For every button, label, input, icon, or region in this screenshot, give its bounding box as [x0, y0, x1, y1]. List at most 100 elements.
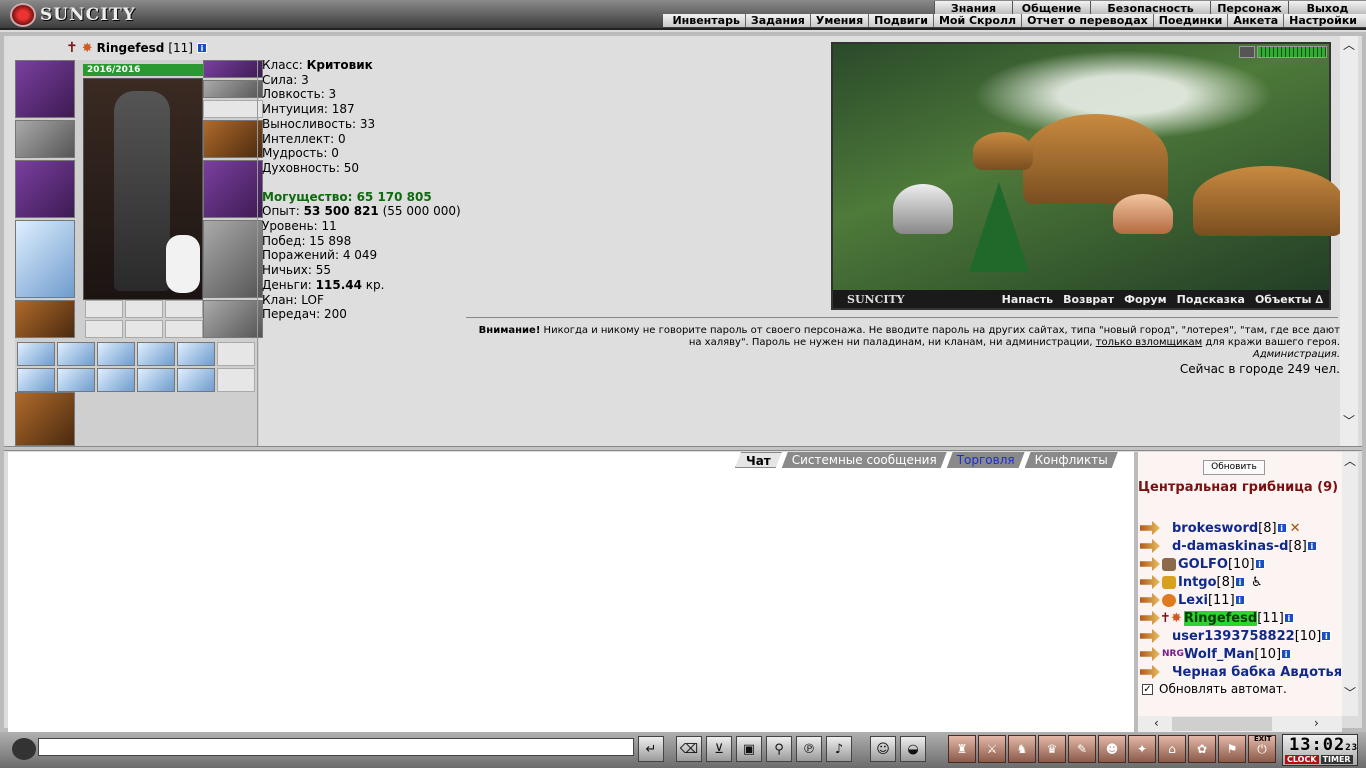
flag-icon[interactable]: ⚑ — [1218, 735, 1246, 763]
helmet-icon[interactable]: ◒ — [900, 736, 926, 762]
submenu-my-scroll[interactable]: Мой Скролл — [934, 14, 1023, 27]
scroll-icon[interactable]: ✎ — [1068, 735, 1096, 763]
scroll-slot-8[interactable] — [57, 368, 95, 392]
scroll-slot-4[interactable] — [137, 342, 175, 366]
rings-slot[interactable] — [203, 100, 263, 118]
sword-icon[interactable]: ⚔ — [978, 735, 1006, 763]
chat-input[interactable] — [38, 738, 634, 756]
chat-area[interactable] — [8, 452, 1134, 732]
backpack-slot[interactable] — [15, 392, 75, 446]
private-arrow-icon[interactable] — [1140, 521, 1160, 535]
character-avatar[interactable] — [83, 78, 203, 300]
private-arrow-icon[interactable] — [1140, 593, 1160, 607]
submenu-transfer-report[interactable]: Отчет о переводах — [1022, 14, 1154, 27]
house-icon[interactable]: ⌂ — [1158, 735, 1186, 763]
info-icon[interactable]: i — [1321, 631, 1332, 641]
banner-objects-link[interactable]: Объекты ∆ — [1255, 293, 1323, 306]
armor-slot[interactable] — [203, 120, 263, 158]
boots-slot[interactable] — [203, 300, 263, 338]
auto-refresh-checkbox[interactable]: ✓ — [1142, 683, 1153, 695]
list-item[interactable]: ✝ ✸ Ringefesd [11] i — [1138, 609, 1342, 627]
chevron-up-icon[interactable]: ︿ — [1344, 452, 1356, 469]
weapon-right-slot[interactable] — [203, 160, 263, 218]
sidebar-scrollbar[interactable]: ︿ ﹀ — [1342, 452, 1358, 716]
private-arrow-icon[interactable] — [1140, 647, 1160, 661]
private-arrow-icon[interactable] — [1140, 611, 1160, 625]
submenu-skills[interactable]: Умения — [811, 14, 870, 27]
paw-icon[interactable]: ✿ — [1188, 735, 1216, 763]
grey-mushroom-house[interactable] — [893, 184, 953, 234]
hackers-link[interactable]: только взломщикам — [1096, 337, 1202, 348]
info-icon[interactable]: i — [1306, 541, 1317, 551]
list-item[interactable]: Lexi [11] i — [1138, 591, 1342, 609]
private-arrow-icon[interactable] — [1140, 575, 1160, 589]
tab-trade[interactable]: Торговля — [947, 452, 1025, 468]
belt-slot[interactable] — [15, 300, 75, 338]
submenu-profile[interactable]: Анкета — [1228, 14, 1285, 27]
info-icon[interactable]: i — [197, 43, 207, 53]
refresh-button[interactable]: Обновить — [1203, 460, 1265, 475]
horizontal-splitter[interactable] — [4, 446, 1362, 451]
scroll-slot-9[interactable] — [97, 368, 135, 392]
chevron-right-icon[interactable]: › — [1314, 716, 1319, 730]
submenu-settings[interactable]: Настройки — [1284, 14, 1362, 27]
info-icon[interactable]: i — [1276, 523, 1287, 533]
info-icon[interactable]: i — [1281, 649, 1292, 659]
pants-slot[interactable] — [203, 220, 263, 298]
owl-pet-icon[interactable] — [166, 235, 200, 293]
list-item[interactable]: brokesword [8] i ✕ — [1138, 519, 1342, 537]
bag-icon[interactable]: ♞ — [1008, 735, 1036, 763]
walk-icon[interactable]: ⚲ — [766, 736, 792, 762]
filter-icon[interactable]: ⊻ — [706, 736, 732, 762]
armor-icon[interactable]: ♜ — [948, 735, 976, 763]
submenu-inventory[interactable]: Инвентарь — [667, 14, 746, 27]
tab-chat[interactable]: Чат — [735, 452, 782, 468]
logo[interactable]: SUNCITY — [10, 2, 136, 28]
private-icon[interactable]: ℗ — [796, 736, 822, 762]
private-arrow-icon[interactable] — [1140, 557, 1160, 571]
scroll-thumb[interactable] — [1172, 717, 1272, 731]
private-arrow-icon[interactable] — [1140, 665, 1160, 679]
scroll-slot-5[interactable] — [177, 342, 215, 366]
auto-refresh[interactable]: ✓ Обновлять автомат. — [1142, 682, 1287, 696]
compass-icon[interactable]: ✦ — [1128, 735, 1156, 763]
christmas-tree[interactable] — [969, 182, 1029, 272]
clock-button[interactable]: CLOCK — [1285, 755, 1319, 764]
info-icon[interactable]: i — [1254, 559, 1265, 569]
sound-icon[interactable] — [1239, 46, 1255, 58]
submenu-duels[interactable]: Поединки — [1154, 14, 1229, 27]
scroll-slot-11[interactable] — [177, 368, 215, 392]
red-mushroom-house[interactable] — [973, 132, 1033, 170]
list-item[interactable]: Черная бабка Авдотья — [1138, 663, 1342, 681]
list-item[interactable]: d-damaskinas-d [8] i — [1138, 537, 1342, 555]
list-item[interactable]: user1393758822 [10] i — [1138, 627, 1342, 645]
mask-icon[interactable]: ☻ — [1098, 735, 1126, 763]
tab-system-messages[interactable]: Системные сообщения — [782, 452, 947, 468]
list-item[interactable]: NRG Wolf_Man [10] i — [1138, 645, 1342, 663]
rune-slot-5[interactable] — [125, 320, 163, 338]
send-icon[interactable]: ↵ — [638, 736, 664, 762]
earrings-slot[interactable] — [203, 80, 263, 98]
amulet-slot[interactable] — [203, 60, 263, 78]
scroll-slot-6[interactable] — [217, 342, 255, 366]
scroll-slot-10[interactable] — [137, 368, 175, 392]
rune-slot-1[interactable] — [85, 300, 123, 318]
chevron-left-icon[interactable]: ‹ — [1154, 716, 1159, 730]
info-icon[interactable]: i — [1283, 613, 1294, 623]
scroll-slot-3[interactable] — [97, 342, 135, 366]
sound-icon[interactable]: ♪ — [826, 736, 852, 762]
rune-slot-2[interactable] — [125, 300, 163, 318]
private-arrow-icon[interactable] — [1140, 629, 1160, 643]
banner-return-link[interactable]: Возврат — [1063, 293, 1114, 306]
smiley-menu-icon[interactable] — [12, 738, 36, 760]
sidebar-hscrollbar[interactable]: ‹ › — [1138, 716, 1342, 732]
helmet-slot[interactable] — [15, 60, 75, 118]
timer-button[interactable]: TIMER — [1320, 755, 1353, 764]
chevron-down-icon[interactable]: ﹀ — [1343, 412, 1355, 429]
info-icon[interactable]: i — [1234, 577, 1245, 587]
rune-slot-6[interactable] — [165, 320, 203, 338]
banner-forum-link[interactable]: Форум — [1124, 293, 1167, 306]
pink-mushroom-house[interactable] — [1113, 194, 1173, 234]
bracers-slot[interactable] — [15, 120, 75, 158]
tab-conflicts[interactable]: Конфликты — [1025, 452, 1118, 468]
